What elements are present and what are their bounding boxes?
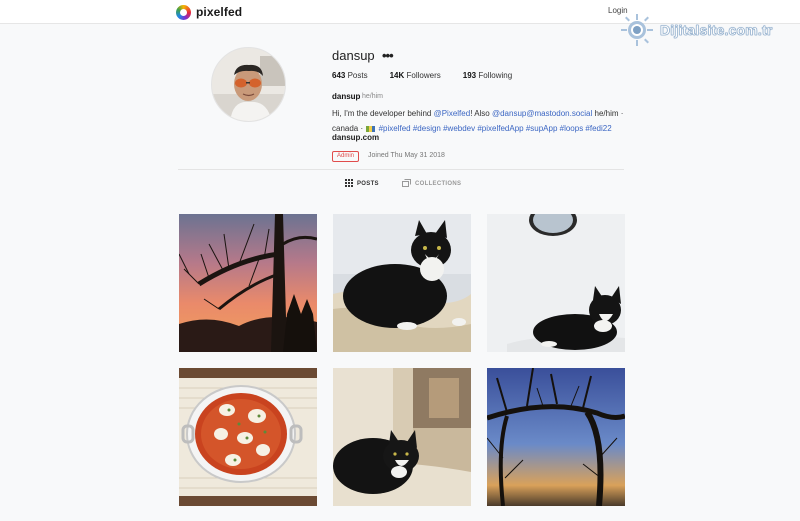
bio-link-pixelfed[interactable]: @Pixelfed (434, 109, 471, 118)
stat-followers-label: Followers (406, 71, 441, 80)
more-options-icon[interactable]: ••• (382, 48, 394, 63)
tree-blue-sky-image (487, 368, 625, 506)
cat-on-cushion-image (333, 368, 471, 506)
grid-icon (345, 179, 353, 189)
stat-following-count: 193 (462, 71, 477, 80)
tab-posts[interactable]: POSTS (345, 178, 379, 190)
post-thumbnail[interactable] (333, 368, 471, 506)
post-thumbnail[interactable] (487, 214, 625, 352)
post-thumbnail[interactable] (179, 368, 317, 506)
stat-followers[interactable]: 14K Followers (390, 71, 441, 80)
admin-badge: Admin (332, 151, 360, 162)
stat-posts-label: Posts (347, 71, 368, 80)
watermark: Dijitalsite.com.tr (620, 10, 792, 50)
tab-collections-label: COLLECTIONS (415, 181, 462, 187)
collections-icon (402, 179, 411, 189)
stat-following-label: Following (478, 71, 513, 80)
tabs-divider (178, 169, 624, 170)
profile-avatar (211, 47, 286, 122)
tab-posts-label: POSTS (357, 181, 379, 187)
profile-website-link[interactable]: dansup.com (332, 133, 379, 142)
brand-home-link[interactable]: pixelfed (176, 4, 242, 20)
bio-text: canada · (332, 124, 366, 133)
bio-text: ! Also (470, 109, 492, 118)
profile-display-name: dansup (332, 92, 361, 101)
stat-posts[interactable]: 643 Posts (332, 71, 368, 80)
flag-icon (366, 125, 376, 132)
stat-following[interactable]: 193 Following (463, 71, 512, 80)
stat-followers-count: 14K (389, 71, 405, 80)
post-thumbnail[interactable] (487, 368, 625, 506)
bio-text: he/him · (592, 109, 624, 118)
brand-name: pixelfed (196, 5, 243, 19)
pixelfed-logo-icon (176, 4, 191, 20)
profile-username: dansup (332, 48, 375, 63)
watermark-logo-icon (620, 13, 654, 47)
sunset-tree-image (179, 214, 317, 352)
bio-text: Hi, I'm the developer behind (332, 109, 434, 118)
stat-posts-count: 643 (332, 71, 346, 80)
bio-link-mastodon[interactable]: @dansup@mastodon.social (492, 109, 592, 118)
post-thumbnail[interactable] (333, 214, 471, 352)
cat-by-mirror-image (487, 214, 625, 352)
profile-stats: 643 Posts 14K Followers 193 Following (332, 71, 534, 80)
post-thumbnail[interactable] (179, 214, 317, 352)
tab-collections[interactable]: COLLECTIONS (402, 178, 461, 190)
profile-bio: Hi, I'm the developer behind @Pixelfed! … (332, 106, 632, 136)
watermark-text: Dijitalsite.com.tr (660, 22, 773, 39)
bio-hashtags[interactable]: #pixelfed #design #webdev #pixelfedApp #… (379, 124, 612, 133)
shakshuka-pan-image (179, 368, 317, 506)
joined-date: Joined Thu May 31 2018 (368, 152, 445, 159)
profile-pronouns: he/him (362, 93, 384, 100)
cat-on-blanket-image (333, 214, 471, 352)
